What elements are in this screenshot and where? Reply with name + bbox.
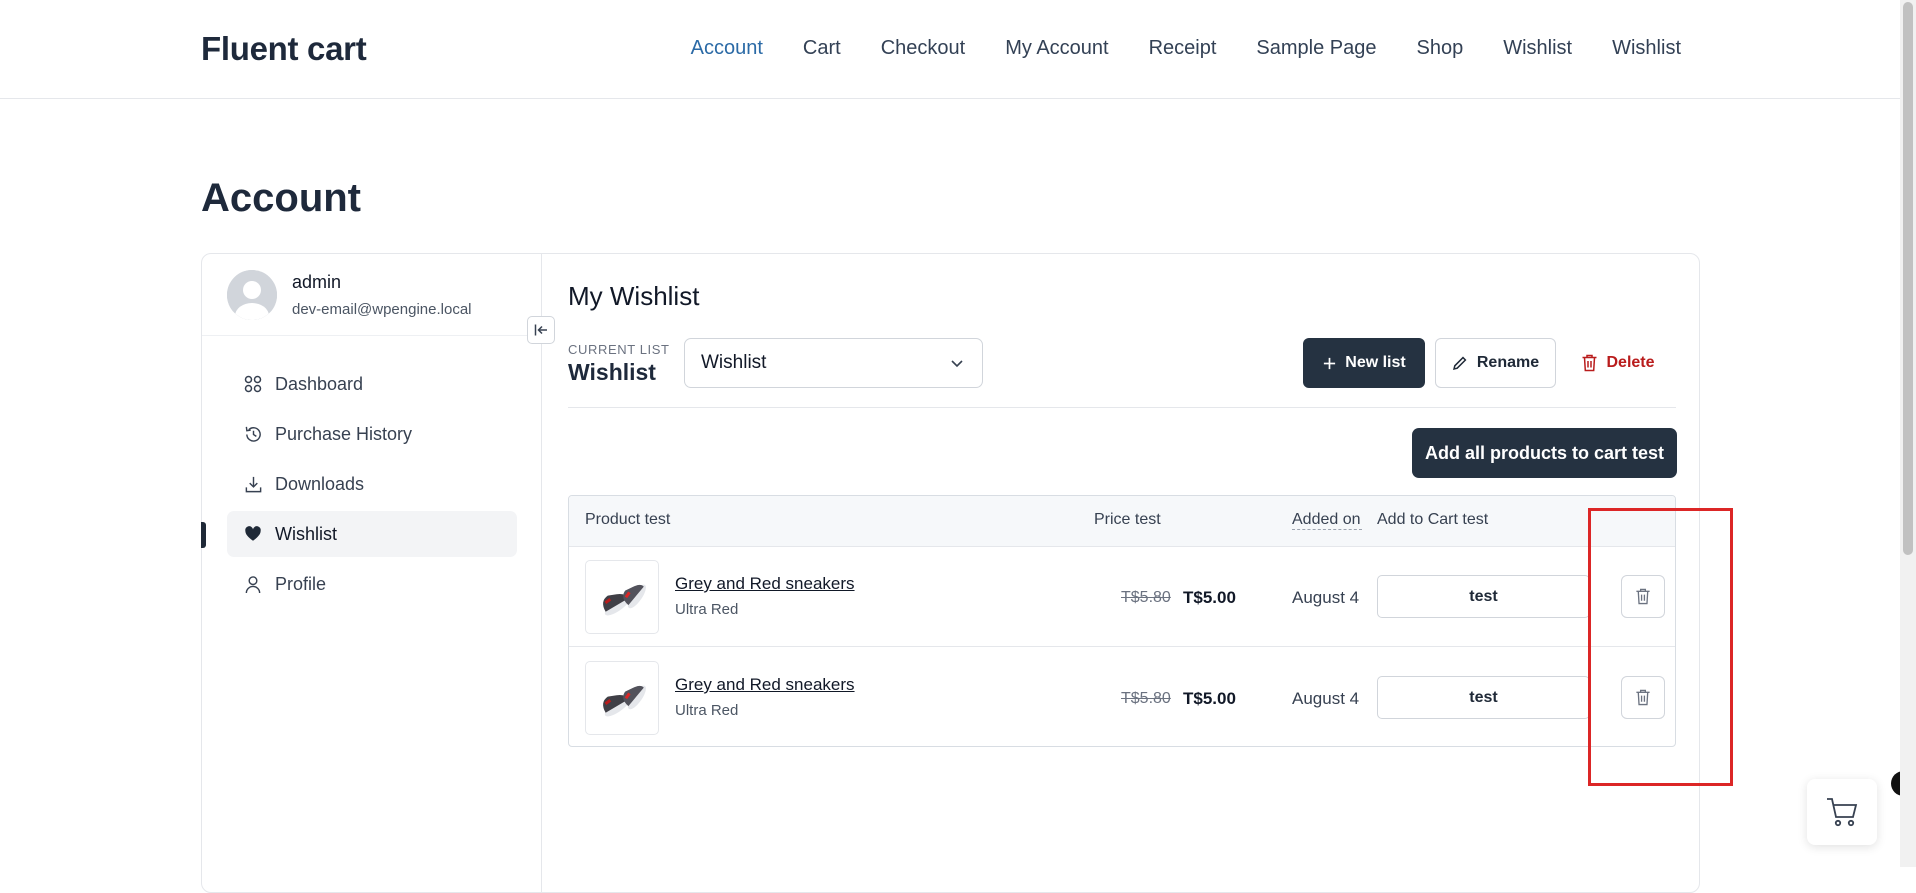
account-sidebar: admin dev-email@wpengine.local Dashboard <box>201 254 555 892</box>
sidebar-item-label: Wishlist <box>275 523 337 544</box>
nav-checkout[interactable]: Checkout <box>881 37 966 60</box>
nav-receipt[interactable]: Receipt <box>1149 37 1217 60</box>
product-variant: Ultra Red <box>675 601 739 618</box>
main-nav: Account Cart Checkout My Account Receipt… <box>691 37 1681 60</box>
col-product: Product test <box>585 511 671 528</box>
add-all-to-cart-button[interactable]: Add all products to cart test <box>1412 428 1677 478</box>
product-variant: Ultra Red <box>675 702 739 719</box>
sidebar-item-label: Dashboard <box>275 373 364 394</box>
sidebar-item-wishlist[interactable]: Wishlist <box>201 511 517 557</box>
user-icon <box>243 574 263 594</box>
divider <box>568 407 1676 408</box>
history-icon <box>243 424 263 444</box>
product-thumbnail[interactable] <box>585 661 659 735</box>
sidebar-item-purchase-history[interactable]: Purchase History <box>227 411 517 457</box>
user-name: admin <box>292 272 342 292</box>
nav-shop[interactable]: Shop <box>1417 37 1464 60</box>
profile-header: admin dev-email@wpengine.local <box>202 254 541 336</box>
table-row: Grey and Red sneakers Ultra Red T$5.80 T… <box>569 647 1675 746</box>
nav-cart[interactable]: Cart <box>803 37 841 60</box>
delete-list-button[interactable]: Delete <box>1568 338 1668 388</box>
current-list-value: Wishlist <box>568 359 656 385</box>
download-icon <box>243 474 263 494</box>
product-thumbnail[interactable] <box>585 560 659 634</box>
cart-icon <box>1827 798 1858 827</box>
nav-account[interactable]: Account <box>691 37 763 60</box>
new-list-label: New list <box>1345 354 1406 371</box>
avatar <box>227 270 277 320</box>
current-list-label: CURRENT LIST <box>568 342 670 357</box>
scrollbar-track[interactable] <box>1900 0 1916 867</box>
added-date: August 4 <box>1292 588 1360 607</box>
page-title: Account <box>201 176 361 220</box>
pencil-icon <box>1452 356 1467 371</box>
nav-sample-page[interactable]: Sample Page <box>1256 37 1376 60</box>
sidebar-item-label: Profile <box>275 573 327 594</box>
col-added: Added on <box>1292 511 1362 530</box>
sneaker-image <box>603 584 646 616</box>
sidebar-item-profile[interactable]: Profile <box>227 561 517 607</box>
sneaker-image <box>603 685 646 717</box>
new-list-button[interactable]: New list <box>1303 338 1425 388</box>
site-header: Fluent cart Account Cart Checkout My Acc… <box>0 0 1916 99</box>
user-email: dev-email@wpengine.local <box>292 301 472 318</box>
plus-icon <box>1324 357 1336 369</box>
table-row: Grey and Red sneakers Ultra Red T$5.80 T… <box>569 546 1675 647</box>
add-to-cart-button[interactable]: test <box>1377 575 1590 618</box>
wishlist-select-value: Wishlist <box>701 352 767 373</box>
sale-price: T$5.00 <box>1183 588 1236 607</box>
sale-price: T$5.00 <box>1183 689 1236 708</box>
col-price: Price test <box>1094 511 1161 528</box>
heart-icon <box>243 524 263 544</box>
wishlist-table: Product test Price test Added on Add to … <box>568 495 1676 747</box>
collapse-left-icon <box>534 324 547 336</box>
add-to-cart-button[interactable]: test <box>1377 676 1590 719</box>
sidebar-item-downloads[interactable]: Downloads <box>227 461 517 507</box>
nav-my-account[interactable]: My Account <box>1005 37 1108 60</box>
floating-cart-button[interactable] <box>1807 779 1877 845</box>
scrollbar-thumb[interactable] <box>1903 2 1913 555</box>
sidebar-item-label: Purchase History <box>275 423 413 444</box>
rename-button[interactable]: Rename <box>1435 338 1556 388</box>
nav-wishlist-2[interactable]: Wishlist <box>1612 37 1681 60</box>
rename-label: Rename <box>1476 354 1540 371</box>
active-indicator <box>201 522 206 548</box>
wishlist-heading: My Wishlist <box>568 281 700 311</box>
product-link[interactable]: Grey and Red sneakers <box>675 574 855 594</box>
annotation-highlight-box <box>1588 508 1733 786</box>
site-title[interactable]: Fluent cart <box>201 30 367 68</box>
added-date: August 4 <box>1292 689 1360 708</box>
sidebar-item-label: Downloads <box>275 473 365 494</box>
nav-wishlist[interactable]: Wishlist <box>1503 37 1572 60</box>
trash-icon <box>1582 354 1597 372</box>
sidebar-item-dashboard[interactable]: Dashboard <box>227 361 517 407</box>
delete-label: Delete <box>1606 354 1655 371</box>
table-header: Product test Price test Added on Add to … <box>569 496 1675 547</box>
chevron-down-icon <box>951 360 963 368</box>
wishlist-select[interactable]: Wishlist <box>684 338 983 388</box>
dashboard-icon <box>243 374 263 394</box>
account-nav: Dashboard Purchase History Downloads Wis… <box>201 361 517 611</box>
old-price: T$5.80 <box>1121 690 1171 707</box>
product-link[interactable]: Grey and Red sneakers <box>675 675 855 695</box>
collapse-sidebar-button[interactable] <box>527 316 555 344</box>
col-add-to-cart: Add to Cart test <box>1377 511 1489 528</box>
account-panel: admin dev-email@wpengine.local Dashboard <box>201 253 1700 893</box>
old-price: T$5.80 <box>1121 589 1171 606</box>
wishlist-main: My Wishlist CURRENT LIST Wishlist Wishli… <box>568 254 1677 892</box>
